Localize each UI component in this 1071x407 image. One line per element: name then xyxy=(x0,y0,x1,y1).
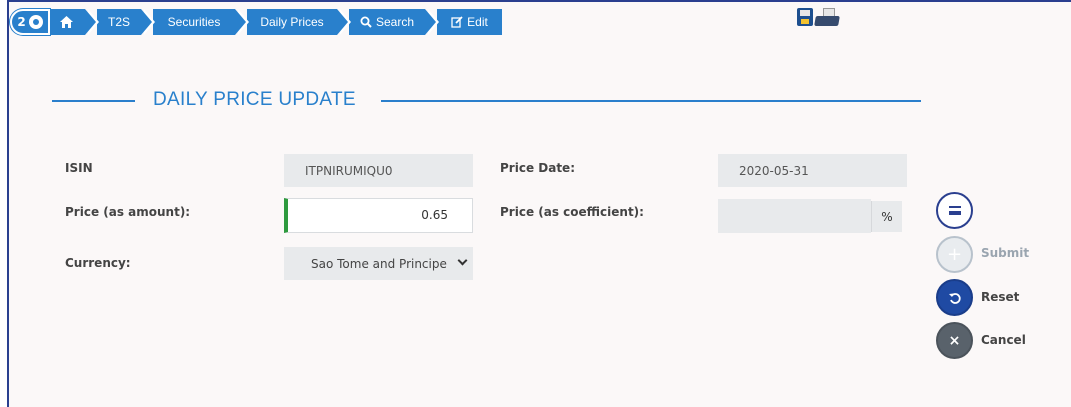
save-disk-icon[interactable] xyxy=(797,8,813,26)
breadcrumb-label: Edit xyxy=(467,15,488,29)
submit-label: Submit xyxy=(981,246,1030,260)
title-rule-right xyxy=(381,100,921,102)
search-icon xyxy=(360,16,372,28)
currency-select[interactable]: Sao Tome and Principe xyxy=(284,247,473,280)
price-amount-label: Price (as amount): xyxy=(65,205,191,219)
breadcrumb-daily-prices[interactable]: Daily Prices xyxy=(247,9,351,35)
main-frame xyxy=(7,0,1071,407)
eye-icon xyxy=(28,15,43,29)
breadcrumb-label: Search xyxy=(375,15,415,29)
view-count-badge[interactable]: 2 xyxy=(10,9,50,35)
breadcrumb-label: Daily Prices xyxy=(260,15,324,29)
percent-addon: % xyxy=(871,201,902,232)
price-date-label: Price Date: xyxy=(500,161,575,175)
breadcrumb-home[interactable] xyxy=(48,9,99,35)
cancel-label: Cancel xyxy=(981,333,1026,347)
title-rule-left xyxy=(52,100,135,102)
price-date-field: 2020-05-31 xyxy=(718,154,907,187)
price-amount-input[interactable]: 0.65 xyxy=(284,198,473,233)
page-title: DAILY PRICE UPDATE xyxy=(153,89,356,110)
isin-label: ISIN xyxy=(65,161,93,175)
list-button[interactable] xyxy=(936,192,973,229)
currency-selected-value: Sao Tome and Principe xyxy=(311,256,447,271)
currency-label: Currency: xyxy=(65,256,131,270)
home-icon xyxy=(60,16,73,28)
undo-icon xyxy=(948,292,961,304)
cancel-button[interactable]: × xyxy=(936,322,973,359)
edit-icon xyxy=(451,16,463,28)
price-coefficient-label: Price (as coefficient): xyxy=(500,205,644,219)
printer-icon[interactable] xyxy=(814,8,841,28)
reset-label: Reset xyxy=(981,290,1020,304)
price-coefficient-input[interactable] xyxy=(718,199,871,233)
toolbar-icons xyxy=(797,8,841,28)
breadcrumb-t2s[interactable]: T2S xyxy=(97,9,155,35)
breadcrumb-label: T2S xyxy=(107,15,130,29)
isin-field: ITPNIRUMIQU0 xyxy=(284,154,473,187)
list-icon xyxy=(948,206,961,215)
breadcrumb-search[interactable]: Search xyxy=(349,9,439,35)
badge-count: 2 xyxy=(17,15,26,29)
reset-button[interactable] xyxy=(936,279,973,316)
breadcrumb-securities[interactable]: Securities xyxy=(153,9,249,35)
close-icon: × xyxy=(948,332,961,349)
chevron-down-icon xyxy=(457,255,468,266)
plus-icon: + xyxy=(946,244,963,265)
breadcrumb-label: Securities xyxy=(167,15,221,29)
breadcrumb-edit[interactable]: Edit xyxy=(437,9,502,35)
submit-button[interactable]: + xyxy=(936,236,973,273)
